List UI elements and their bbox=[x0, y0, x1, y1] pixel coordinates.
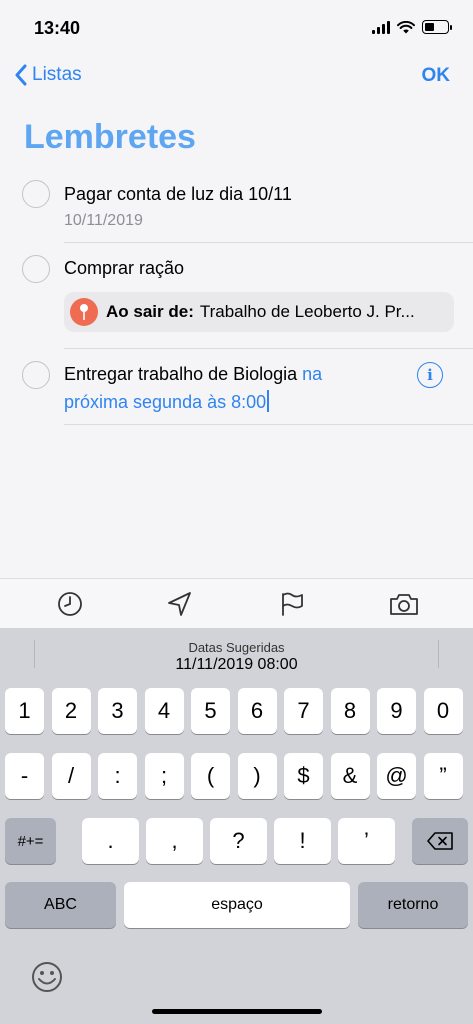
key[interactable]: @ bbox=[377, 753, 416, 799]
battery-icon bbox=[422, 20, 452, 34]
location-pin-icon bbox=[70, 298, 98, 326]
flag-icon[interactable] bbox=[278, 591, 306, 617]
key[interactable]: , bbox=[146, 818, 203, 864]
suggestion-bar[interactable]: Datas Sugeridas 11/11/2019 08:00 bbox=[0, 628, 473, 680]
delete-icon bbox=[427, 832, 453, 850]
key[interactable]: 9 bbox=[377, 688, 416, 734]
key[interactable]: ( bbox=[191, 753, 230, 799]
navigation-bar: Listas OK bbox=[0, 58, 473, 94]
keyboard: Datas Sugeridas 11/11/2019 08:00 1234567… bbox=[0, 628, 473, 1024]
key[interactable]: 8 bbox=[330, 688, 370, 734]
status-icons bbox=[372, 20, 452, 34]
home-indicator bbox=[152, 1009, 322, 1014]
key[interactable]: . bbox=[82, 818, 139, 864]
abc-key[interactable]: ABC bbox=[5, 882, 116, 928]
key[interactable]: ? bbox=[210, 818, 267, 864]
key-more-symbols[interactable]: #+= bbox=[5, 818, 56, 864]
key[interactable]: 4 bbox=[144, 688, 184, 734]
suggestion-title: Datas Sugeridas bbox=[188, 640, 285, 655]
back-button[interactable]: Listas bbox=[14, 64, 82, 86]
reminder-title-input[interactable]: Entregar trabalho de Biologia na próxima … bbox=[64, 360, 403, 416]
status-bar: 13:40 bbox=[0, 0, 473, 54]
key[interactable]: 6 bbox=[237, 688, 277, 734]
reminder-date: 10/11/2019 bbox=[64, 212, 143, 229]
divider bbox=[64, 242, 473, 243]
key[interactable]: 5 bbox=[191, 688, 230, 734]
page-title: Lembretes bbox=[24, 118, 196, 156]
clock-icon[interactable] bbox=[56, 591, 84, 617]
reminder-title[interactable]: Comprar ração bbox=[64, 254, 413, 282]
cellular-signal-icon bbox=[372, 20, 390, 34]
key[interactable]: ’ bbox=[338, 818, 395, 864]
reminder-complete-toggle[interactable] bbox=[22, 361, 50, 389]
wifi-icon bbox=[397, 20, 415, 33]
date-detection-highlight: na bbox=[302, 364, 323, 384]
reminder-title-text: Entregar trabalho de Biologia bbox=[64, 364, 303, 384]
key[interactable]: 0 bbox=[423, 688, 463, 734]
suggestion-value[interactable]: 11/11/2019 08:00 bbox=[0, 656, 473, 674]
key[interactable]: : bbox=[98, 753, 137, 799]
space-key[interactable]: espaço bbox=[124, 882, 350, 928]
location-chip[interactable]: Ao sair de: Trabalho de Leoberto J. Pr..… bbox=[64, 292, 454, 332]
divider bbox=[64, 348, 473, 349]
ok-button[interactable]: OK bbox=[422, 65, 451, 87]
key[interactable]: & bbox=[330, 753, 370, 799]
camera-icon[interactable] bbox=[388, 591, 420, 617]
reminder-complete-toggle[interactable] bbox=[22, 255, 50, 283]
text-cursor bbox=[267, 390, 270, 412]
date-detection-highlight: próxima segunda às 8:00 bbox=[64, 392, 267, 412]
backspace-key[interactable] bbox=[412, 818, 468, 864]
key[interactable]: ) bbox=[237, 753, 277, 799]
location-chip-label: Ao sair de: bbox=[106, 302, 194, 321]
reminder-toolbar bbox=[0, 578, 473, 628]
key[interactable]: 3 bbox=[98, 688, 137, 734]
emoji-icon[interactable] bbox=[30, 960, 64, 994]
reminder-complete-toggle[interactable] bbox=[22, 180, 50, 208]
key[interactable]: 7 bbox=[284, 688, 323, 734]
info-button[interactable]: i bbox=[417, 362, 443, 388]
location-arrow-icon[interactable] bbox=[166, 591, 194, 617]
divider bbox=[64, 424, 473, 425]
key[interactable]: $ bbox=[284, 753, 323, 799]
location-chip-value: Trabalho de Leoberto J. Pr... bbox=[199, 302, 415, 321]
key[interactable]: / bbox=[51, 753, 91, 799]
key[interactable]: ; bbox=[144, 753, 184, 799]
reminder-title[interactable]: Pagar conta de luz dia 10/11 bbox=[64, 180, 413, 208]
key[interactable]: 2 bbox=[51, 688, 91, 734]
key[interactable]: - bbox=[5, 753, 44, 799]
status-time: 13:40 bbox=[34, 18, 81, 38]
key[interactable]: 1 bbox=[5, 688, 44, 734]
key[interactable]: ! bbox=[274, 818, 331, 864]
return-key[interactable]: retorno bbox=[358, 882, 468, 928]
chevron-left-icon bbox=[15, 64, 27, 86]
key[interactable]: ” bbox=[423, 753, 463, 799]
back-button-label: Listas bbox=[32, 64, 82, 85]
